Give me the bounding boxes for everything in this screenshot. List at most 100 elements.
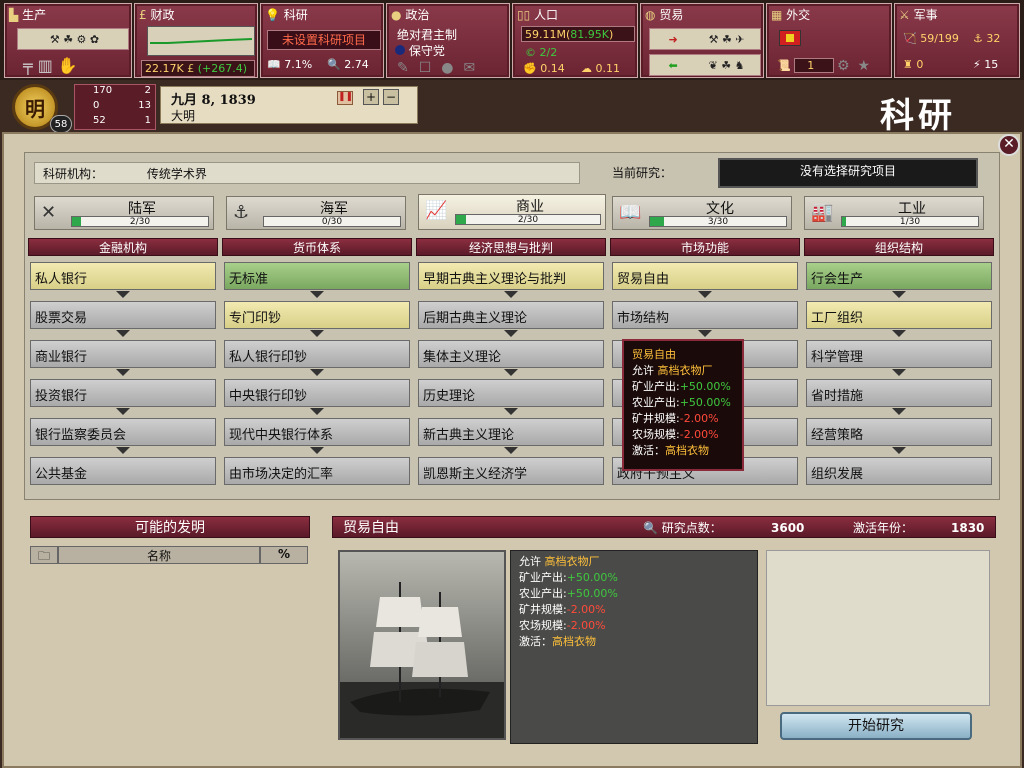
tech-item[interactable]: 历史理论 — [418, 379, 604, 407]
pause-button[interactable]: ❚❚ — [337, 91, 353, 105]
production-goods[interactable]: ⚒ ☘ ⚙ ✿ — [17, 28, 129, 50]
factory-icon: 🏭 — [811, 202, 834, 223]
industry-row: 0 13 — [75, 100, 155, 115]
tab-navy[interactable]: ⚓ 海军 0/30 — [226, 196, 406, 230]
effect-key: 农业产出: — [632, 396, 680, 409]
tech-item[interactable]: 公共基金 — [30, 457, 216, 485]
tech-item[interactable]: 由市场决定的汇率 — [224, 457, 410, 485]
tech-item[interactable]: 新古典主义理论 — [418, 418, 604, 446]
tab-label: 工业 — [898, 201, 926, 217]
tech-item[interactable]: 私人银行印钞 — [224, 340, 410, 368]
diplomacy-icons[interactable]: ⚙★ — [837, 58, 878, 74]
tab-army[interactable]: ✕ 陆军 2/30 — [34, 196, 214, 230]
effect-value: +50.00% — [566, 571, 618, 584]
folder-icon[interactable]: 🗀 — [30, 546, 58, 564]
tooltip-allow: 允许 高档衣物厂 — [632, 363, 734, 379]
export-goods-icon: ⚒ ☘ ✈ — [708, 32, 745, 46]
tech-item[interactable]: 集体主义理论 — [418, 340, 604, 368]
screen-title: 科研 — [880, 96, 956, 136]
scroll-icon: 📜 — [777, 59, 791, 72]
government-type: 绝对君主制 — [397, 28, 458, 42]
tech-item[interactable]: 股票交易 — [30, 301, 216, 329]
exports-row[interactable]: ➜ ⚒ ☘ ✈ — [649, 28, 761, 50]
tech-column: 组织结构 行会生产 工厂组织 科学管理 省时措施 经营策略 组织发展 — [804, 238, 994, 485]
tech-item[interactable]: 省时措施 — [806, 379, 992, 407]
tech-illustration — [338, 550, 506, 740]
militancy-value: 2/2 — [539, 46, 558, 59]
tech-item[interactable]: 市场结构 — [612, 301, 798, 329]
dependency-arrow-icon — [504, 447, 518, 454]
population-title: 人口 — [534, 8, 559, 22]
close-icon: ✕ — [1003, 136, 1015, 152]
tech-item[interactable]: 现代中央银行体系 — [224, 418, 410, 446]
institution-label: 科研机构： — [43, 167, 104, 181]
tech-item[interactable]: 经营策略 — [806, 418, 992, 446]
tech-item[interactable]: 无标准 — [224, 262, 410, 290]
finance-panel[interactable]: £ 财政 22.17K £ (+267.4) — [134, 3, 258, 78]
tech-item[interactable]: 商业银行 — [30, 340, 216, 368]
military-panel[interactable]: ⚔ 军事 🏹 59/199 ⚓ 32 ♜ 0 ⚡ 15 — [894, 3, 1020, 78]
industry-alert-icon[interactable]: ✋ — [58, 56, 78, 75]
speed-down-button[interactable]: − — [383, 89, 399, 105]
build-icons[interactable]: ╤ ▥ ✋ — [23, 56, 78, 75]
tech-column-header: 经济思想与批判 — [416, 238, 606, 256]
industry-value: 0 — [93, 100, 100, 111]
fist-icon: ✊ — [523, 62, 537, 75]
date-bar: 九月 8, 1839 大明 ❚❚ + − — [160, 86, 418, 124]
tech-item[interactable]: 私人银行 — [30, 262, 216, 290]
invention-list-box[interactable] — [766, 550, 990, 706]
tab-industry[interactable]: 🏭 工业 1/30 — [804, 196, 984, 230]
close-button[interactable]: ✕ — [998, 134, 1020, 156]
col-pct-header[interactable]: % — [260, 546, 308, 564]
research-panel[interactable]: 💡 科研 未设置科研项目 📖 7.1% 🔍 2.74 — [260, 3, 384, 78]
effect-key: 农场规模: — [632, 428, 680, 441]
tech-item[interactable]: 贸易自由 — [612, 262, 798, 290]
production-panel[interactable]: ▙ 生产 ⚒ ☘ ⚙ ✿ ╤ ▥ ✋ — [4, 3, 132, 78]
tech-item[interactable]: 早期古典主义理论与批判 — [418, 262, 604, 290]
diplomacy-panel[interactable]: ▦ 外交 📜 1 ⚙★ — [766, 3, 892, 78]
tech-item[interactable]: 专门印钞 — [224, 301, 410, 329]
current-research-value[interactable]: 没有选择研究项目 — [718, 158, 978, 188]
tech-item[interactable]: 凯恩斯主义经济学 — [418, 457, 604, 485]
trade-panel[interactable]: ◍ 贸易 ➜ ⚒ ☘ ✈ ⬅ ❦ ☘ ♞ — [640, 3, 764, 78]
population-panel[interactable]: ▯▯ 人口 59.11M(81.95K) © 2/2 ✊ 0.14 ☁ 0.11 — [512, 3, 638, 78]
prestige-rank: 2 — [144, 85, 151, 96]
start-research-button[interactable]: 开始研究 — [780, 712, 972, 740]
politics-panel[interactable]: ● 政治 绝对君主制 保守党 ✎☐●✉ — [386, 3, 510, 78]
tab-commerce[interactable]: 📈 商业 2/30 — [418, 194, 606, 230]
tab-progress-text: 2/30 — [129, 217, 151, 227]
tech-item[interactable]: 投资银行 — [30, 379, 216, 407]
production-title: 生产 — [22, 8, 47, 22]
tab-progress-text: 1/30 — [899, 217, 921, 227]
research-status[interactable]: 未设置科研项目 — [267, 30, 381, 50]
military-row: 52 1 — [75, 115, 155, 130]
tech-item[interactable]: 科学管理 — [806, 340, 992, 368]
navy-display: ⚓ 32 — [973, 32, 1000, 45]
tech-item[interactable]: 后期古典主义理论 — [418, 301, 604, 329]
finance-chart — [147, 26, 255, 56]
speed-up-button[interactable]: + — [363, 89, 379, 105]
dependency-arrow-icon — [310, 408, 324, 415]
flag-icon[interactable] — [779, 30, 801, 46]
dependency-arrow-icon — [310, 330, 324, 337]
tab-progress-text: 3/30 — [707, 217, 729, 227]
tab-culture[interactable]: 📖 文化 3/30 — [612, 196, 792, 230]
tech-item[interactable]: 工厂组织 — [806, 301, 992, 329]
effect-line: 矿井规模:-2.00% — [519, 602, 749, 618]
tech-item[interactable]: 行会生产 — [806, 262, 992, 290]
mobilization-display: ♜ 0 — [903, 58, 923, 71]
activate-value: 高档衣物 — [552, 635, 596, 648]
imports-row[interactable]: ⬅ ❦ ☘ ♞ — [649, 54, 761, 76]
effect-key: 矿井规模: — [632, 412, 680, 425]
leaders-display: ⚡ 15 — [973, 58, 998, 71]
effect-value: +50.00% — [679, 380, 731, 393]
tech-item[interactable]: 银行监察委员会 — [30, 418, 216, 446]
col-name-header[interactable]: 名称 — [58, 546, 260, 564]
population-growth: 81.95K — [570, 27, 609, 41]
population-close-paren: ) — [609, 27, 614, 41]
tab-label: 商业 — [516, 199, 544, 215]
import-arrow-icon: ⬅ — [668, 58, 678, 72]
tech-item[interactable]: 中央银行印钞 — [224, 379, 410, 407]
tech-item[interactable]: 组织发展 — [806, 457, 992, 485]
reform-icons[interactable]: ✎☐●✉ — [397, 60, 485, 76]
